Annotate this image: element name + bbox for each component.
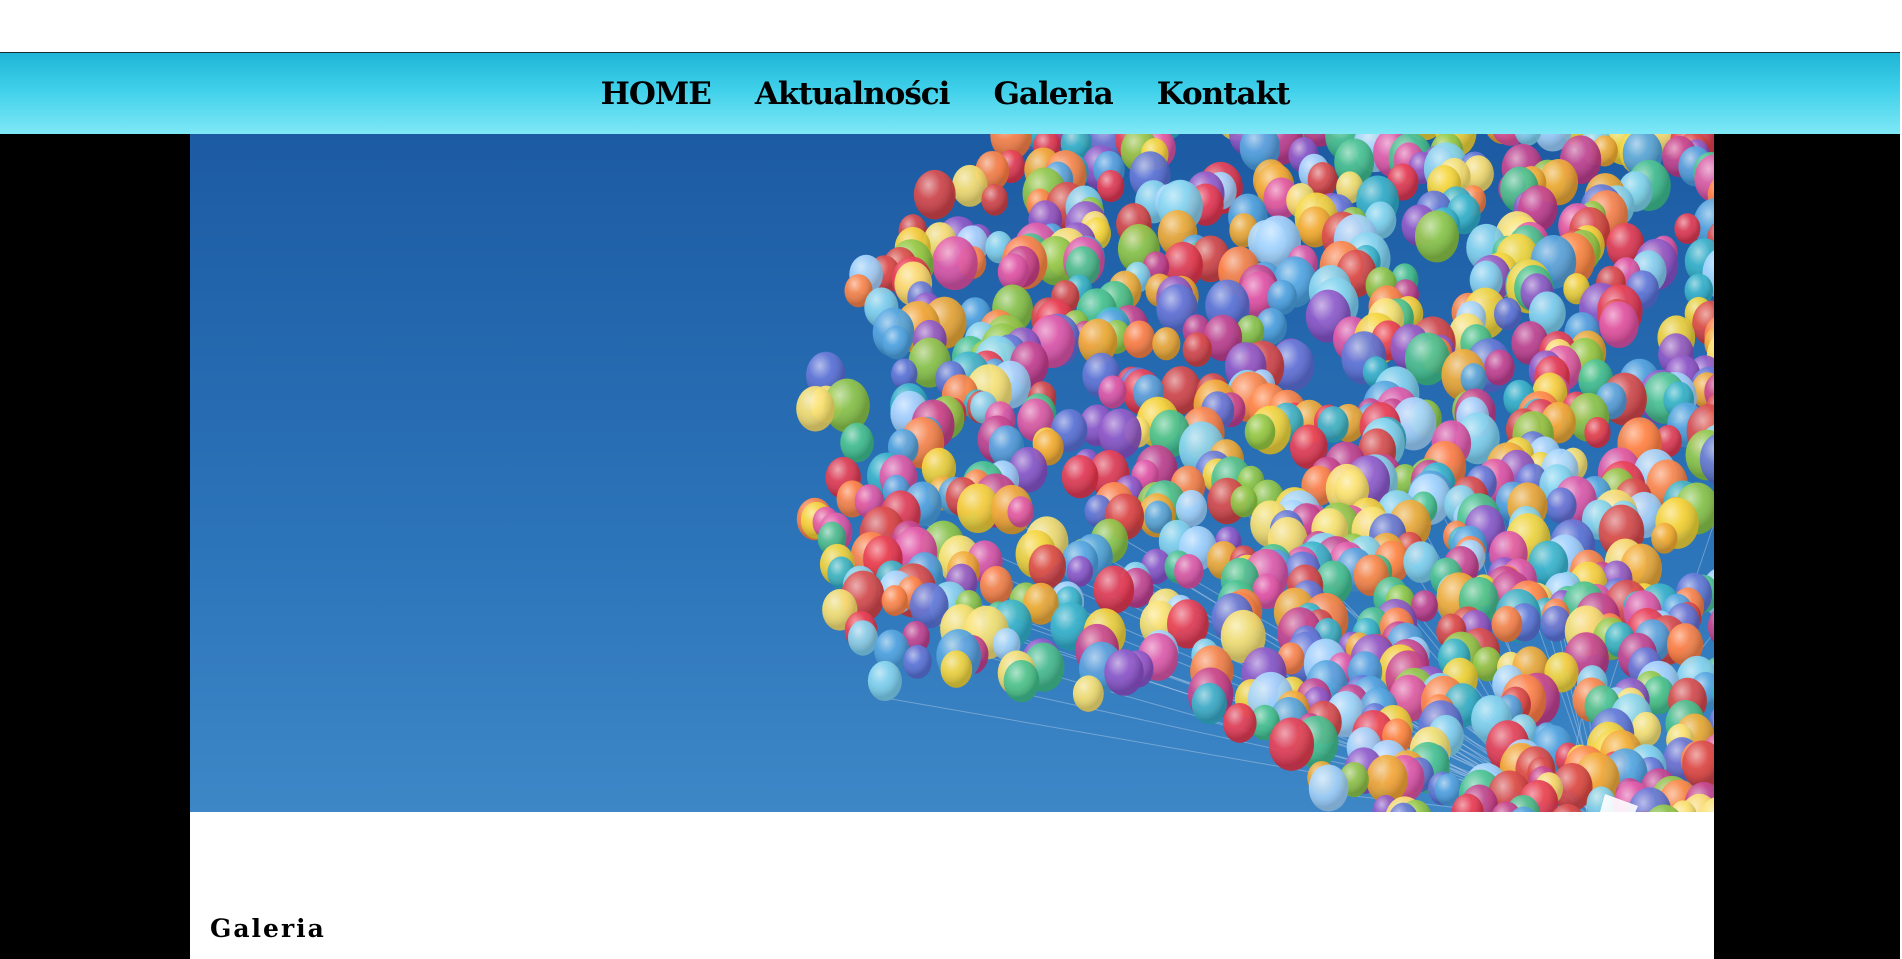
main-nav: HOME Aktualności Galeria Kontakt [0,53,1902,134]
nav-link-home[interactable]: HOME [601,76,712,112]
balloons-illustration [190,134,1714,812]
nav-link-aktualnosci[interactable]: Aktualności [755,76,951,112]
top-strip [0,0,1902,53]
page-content: Galeria [190,134,1714,959]
nav-link-kontakt[interactable]: Kontakt [1157,76,1291,112]
nav-link-galeria[interactable]: Galeria [993,76,1113,112]
section-title: Galeria [210,914,326,943]
hero-banner-image [190,134,1714,812]
